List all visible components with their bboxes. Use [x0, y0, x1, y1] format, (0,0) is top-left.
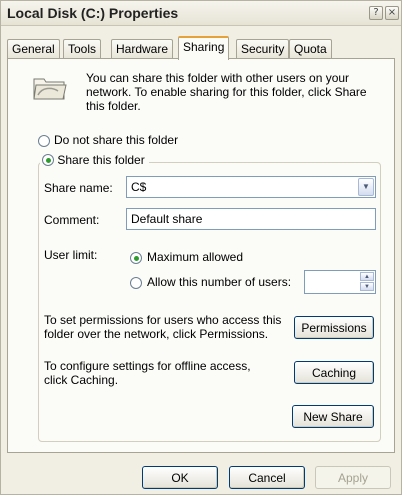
- user-count-spinner[interactable]: ▲ ▼: [304, 270, 376, 294]
- title-bar: Local Disk (C:) Properties ? ×: [1, 1, 401, 26]
- share-this-folder-label[interactable]: Share this folder: [57, 153, 144, 167]
- spin-down-icon[interactable]: ▼: [360, 282, 374, 291]
- cancel-button[interactable]: Cancel: [229, 466, 305, 489]
- tab-general[interactable]: General: [7, 39, 60, 59]
- help-button[interactable]: ?: [369, 6, 383, 20]
- sharing-intro-text: You can share this folder with other use…: [86, 71, 367, 113]
- share-group-box: [38, 162, 381, 442]
- allow-number-radio[interactable]: [130, 277, 142, 289]
- apply-button[interactable]: Apply: [315, 466, 391, 489]
- user-limit-label: User limit:: [44, 248, 98, 262]
- window-title: Local Disk (C:) Properties: [7, 5, 179, 21]
- maximum-allowed-label[interactable]: Maximum allowed: [147, 250, 243, 264]
- tab-hardware[interactable]: Hardware: [111, 39, 174, 59]
- tab-security[interactable]: Security: [236, 39, 290, 59]
- sharing-panel: You can share this folder with other use…: [7, 58, 395, 453]
- ok-button[interactable]: OK: [142, 466, 218, 489]
- tab-sharing[interactable]: Sharing: [178, 36, 230, 60]
- share-name-value: C$: [131, 180, 147, 194]
- caching-button[interactable]: Caching: [294, 361, 374, 384]
- new-share-button[interactable]: New Share: [292, 405, 374, 428]
- properties-dialog: Local Disk (C:) Properties ? × General T…: [0, 0, 402, 495]
- do-not-share-label[interactable]: Do not share this folder: [54, 133, 178, 147]
- spin-up-icon[interactable]: ▲: [360, 272, 374, 281]
- comment-value: Default share: [131, 212, 203, 226]
- share-name-label: Share name:: [44, 181, 113, 195]
- tab-tools[interactable]: Tools: [63, 39, 102, 59]
- comment-label: Comment:: [44, 213, 100, 227]
- caching-text: To configure settings for offline access…: [44, 359, 251, 387]
- permissions-button[interactable]: Permissions: [294, 316, 374, 339]
- maximum-allowed-radio[interactable]: [130, 252, 142, 264]
- allow-number-label[interactable]: Allow this number of users:: [147, 275, 291, 289]
- tab-quota[interactable]: Quota: [289, 39, 332, 59]
- shared-folder-icon: [33, 78, 67, 100]
- permissions-text: To set permissions for users who access …: [44, 313, 282, 341]
- share-name-combo[interactable]: C$ ▼: [126, 176, 376, 198]
- close-button[interactable]: ×: [385, 6, 399, 20]
- share-group-legend: Share this folder: [40, 153, 149, 167]
- share-this-folder-radio[interactable]: [42, 154, 54, 166]
- do-not-share-radio[interactable]: [38, 135, 50, 147]
- chevron-down-icon[interactable]: ▼: [358, 178, 374, 196]
- comment-input[interactable]: Default share: [126, 208, 376, 230]
